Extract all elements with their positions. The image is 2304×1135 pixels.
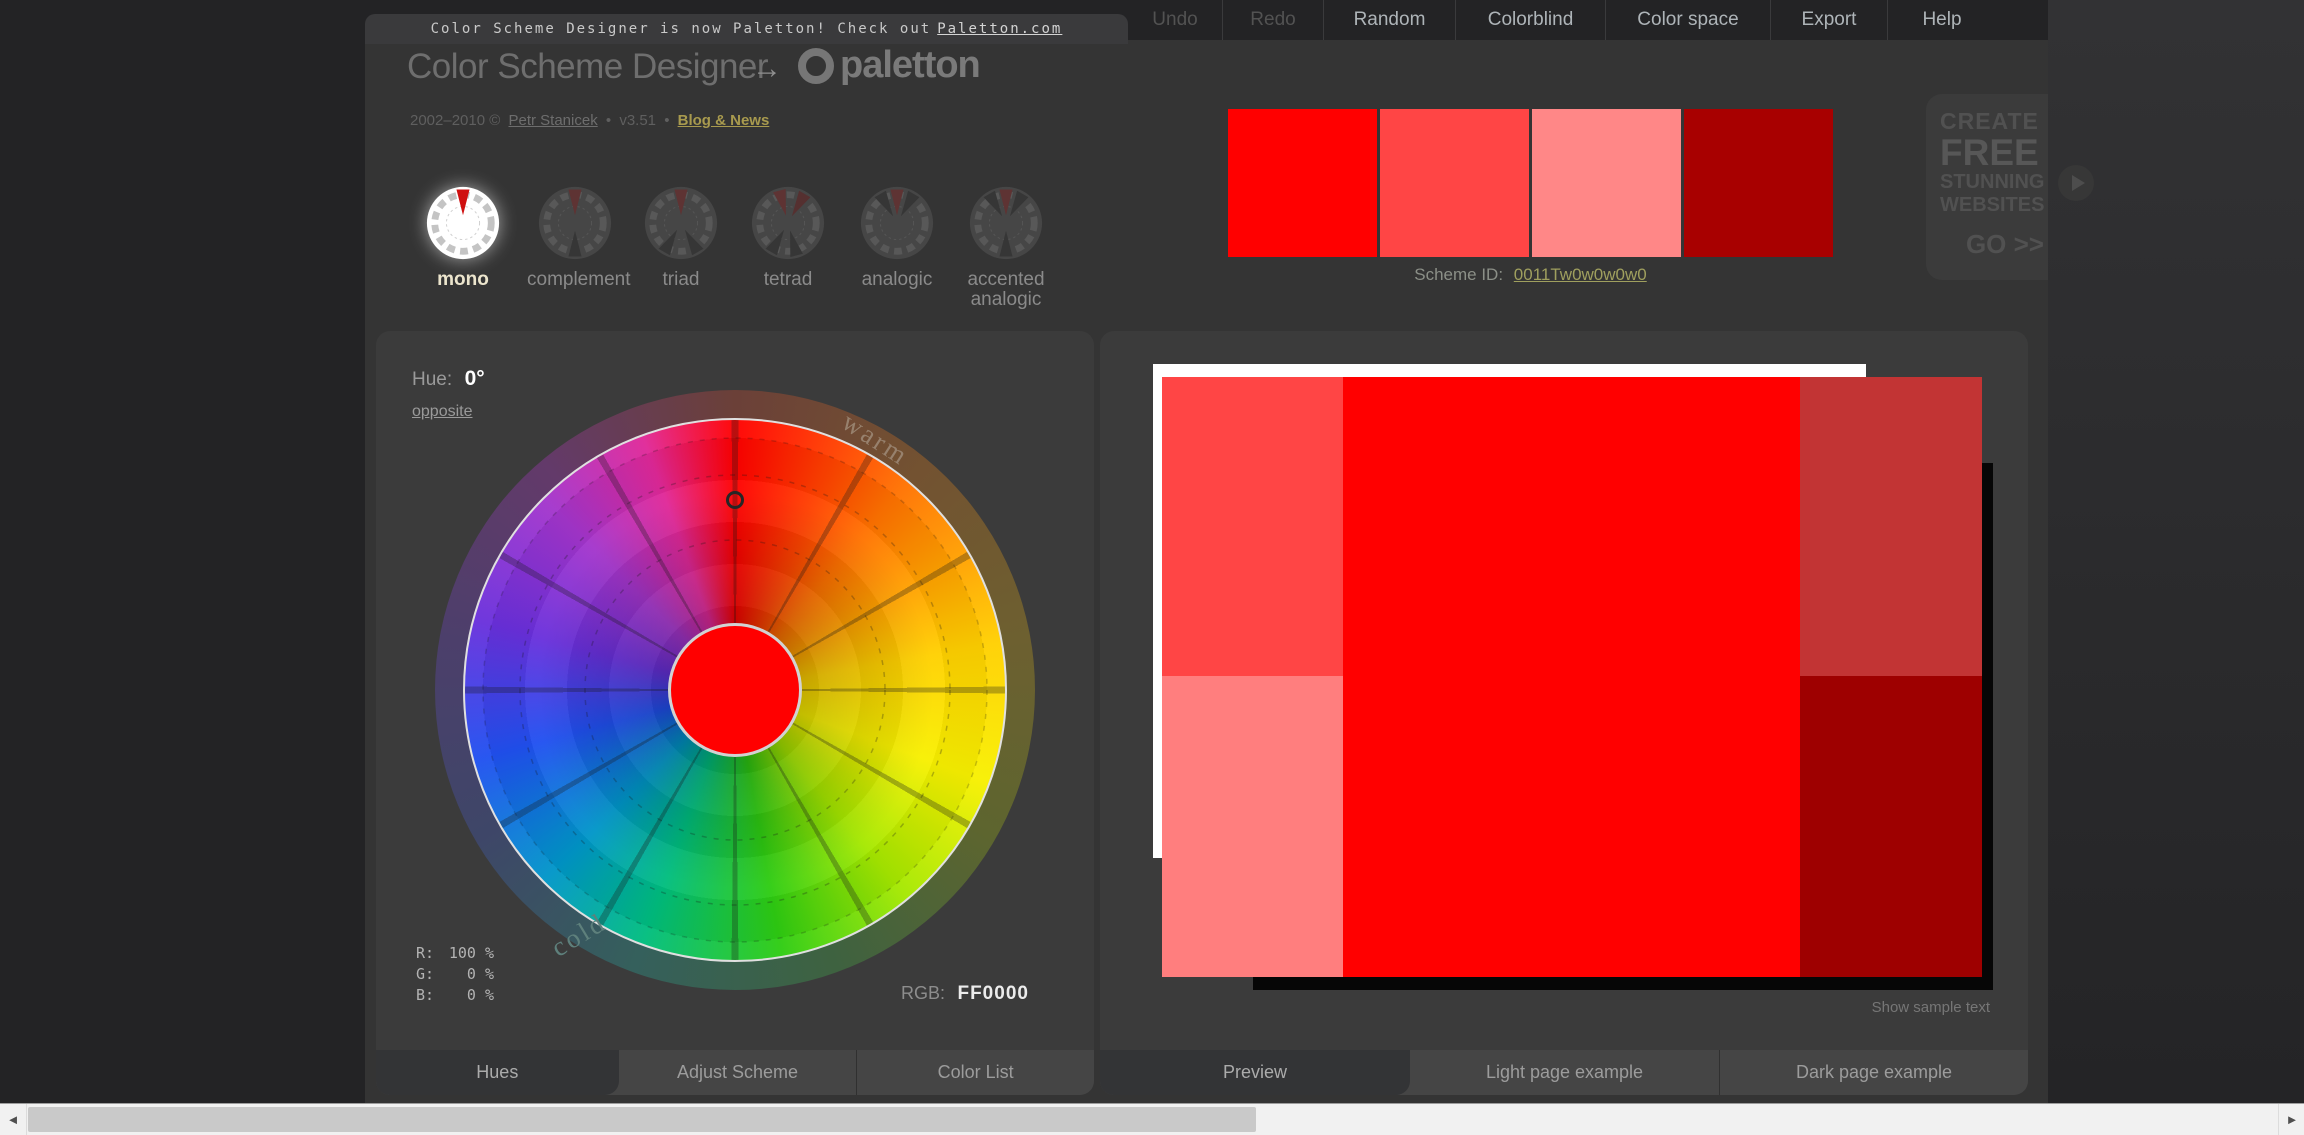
hue-value: 0°: [465, 367, 485, 390]
hue-marker-handle[interactable]: [726, 491, 744, 509]
selected-color-disc: [668, 623, 802, 757]
bullet-separator: •: [664, 112, 669, 129]
ad-expand-button[interactable]: [2058, 165, 2094, 201]
paletton-brand-name: paletton: [840, 44, 980, 87]
author-link[interactable]: Petr Stanicek: [508, 112, 597, 129]
menu-item-color-space[interactable]: Color space: [1605, 0, 1770, 40]
blue-percent-row: B:0 %: [416, 985, 494, 1006]
rgb-hex-value: FF0000: [957, 983, 1028, 1004]
preview-block-primary: [1343, 377, 1800, 977]
play-arrow-icon: [2072, 175, 2085, 191]
scheme-label: complement: [527, 270, 623, 290]
banner-text: Color Scheme Designer is now Paletton! C…: [431, 21, 932, 37]
scheme-id-row: Scheme ID: 0011Tw0w0w0w0: [1228, 265, 1833, 285]
scheme-label: tetrad: [740, 270, 836, 290]
color-wheel-panel: Hue: 0° opposite warm cold R:100 % G:0 %…: [376, 331, 1094, 1095]
right-background-zone: [2048, 0, 2304, 1103]
tab-hues[interactable]: Hues: [376, 1050, 619, 1095]
rgb-label: RGB:: [901, 983, 945, 1003]
scheme-type-triad[interactable]: triad: [623, 184, 739, 290]
rgb-hex-readout: RGB: FF0000: [901, 983, 1029, 1005]
scheme-id-link[interactable]: 0011Tw0w0w0w0: [1514, 265, 1647, 284]
menu-item-colorblind[interactable]: Colorblind: [1455, 0, 1605, 40]
ad-line: CREATE: [1940, 108, 2046, 135]
accented-analogic-wheel-icon: [967, 184, 1045, 262]
palette-swatch-dark[interactable]: [1684, 109, 1833, 257]
color-wheel[interactable]: warm cold: [435, 390, 1035, 990]
scheme-label: triad: [633, 270, 729, 290]
menu-item-help[interactable]: Help: [1887, 0, 1996, 40]
triad-wheel-icon: [642, 184, 720, 262]
top-menu: Undo Redo Random Colorblind Color space …: [1128, 0, 1996, 40]
arrow-right-icon: →: [752, 52, 782, 86]
complement-wheel-icon: [536, 184, 614, 262]
paletton-announcement-banner: Color Scheme Designer is now Paletton! C…: [365, 14, 1128, 44]
mono-wheel-icon: [424, 184, 502, 262]
paletton-logo-icon: [798, 48, 834, 84]
scheme-type-accented-analogic[interactable]: accented analogic: [948, 184, 1064, 310]
scroll-right-arrow[interactable]: ►: [2278, 1104, 2304, 1135]
app-title: Color Scheme Designer: [407, 47, 768, 87]
copyright-text: 2002–2010 ©: [410, 112, 500, 129]
bullet-separator: •: [606, 112, 611, 129]
menu-item-export[interactable]: Export: [1770, 0, 1887, 40]
rgb-percent-readout: R:100 % G:0 % B:0 %: [416, 943, 494, 1006]
preview-block-dark: [1800, 676, 1982, 977]
scheme-label: analogic: [849, 270, 945, 290]
blog-news-link[interactable]: Blog & News: [678, 112, 770, 129]
ad-line: WEBSITES: [1940, 194, 2046, 217]
analogic-wheel-icon: [858, 184, 936, 262]
scheme-type-analogic[interactable]: analogic: [839, 184, 955, 290]
tab-adjust-scheme[interactable]: Adjust Scheme: [619, 1050, 857, 1095]
scheme-id-label: Scheme ID:: [1414, 265, 1503, 284]
hue-label: Hue:: [412, 369, 452, 390]
paletton-brand-link[interactable]: paletton: [798, 44, 980, 87]
horizontal-scrollbar[interactable]: ◄ ►: [0, 1103, 2304, 1135]
scheme-label: accented analogic: [958, 270, 1054, 310]
ad-line: FREE: [1940, 135, 2046, 171]
scroll-left-arrow[interactable]: ◄: [0, 1104, 27, 1135]
wix-ad-banner[interactable]: CREATE FREE STUNNING WEBSITES GO >>: [1926, 94, 2048, 280]
palette-swatch-primary[interactable]: [1228, 109, 1377, 257]
preview-panel-tabs: Preview Light page example Dark page exa…: [1100, 1050, 2028, 1095]
tab-light-page-example[interactable]: Light page example: [1410, 1050, 1719, 1095]
hue-readout: Hue: 0°: [412, 367, 485, 391]
color-scheme-designer-app: Color Scheme Designer is now Paletton! C…: [0, 0, 2304, 1135]
menu-item-redo[interactable]: Redo: [1222, 0, 1323, 40]
scheme-type-complement[interactable]: complement: [517, 184, 633, 290]
preview-color-composition: [1162, 377, 1982, 977]
ad-go-link[interactable]: GO >>: [1940, 229, 2046, 260]
scheme-type-mono[interactable]: mono: [405, 184, 521, 290]
menu-item-random[interactable]: Random: [1323, 0, 1455, 40]
menu-item-undo[interactable]: Undo: [1128, 0, 1222, 40]
red-percent-row: R:100 %: [416, 943, 494, 964]
palette-swatch-light[interactable]: [1380, 109, 1529, 257]
preview-panel: Show sample text Preview Light page exam…: [1100, 331, 2028, 1095]
scheme-palette: [1228, 109, 1833, 257]
tab-color-list[interactable]: Color List: [856, 1050, 1094, 1095]
green-percent-row: G:0 %: [416, 964, 494, 985]
scheme-label: mono: [415, 270, 511, 290]
copyright-line: 2002–2010 © Petr Stanicek • v3.51 • Blog…: [410, 112, 773, 129]
ad-line: STUNNING: [1940, 171, 2046, 194]
tetrad-wheel-icon: [749, 184, 827, 262]
tab-preview[interactable]: Preview: [1100, 1050, 1410, 1095]
scrollbar-thumb[interactable]: [28, 1107, 1256, 1132]
palette-swatch-lighter[interactable]: [1532, 109, 1681, 257]
preview-block-muted: [1800, 377, 1982, 676]
preview-block-lighter: [1162, 676, 1343, 977]
tab-dark-page-example[interactable]: Dark page example: [1719, 1050, 2028, 1095]
scheme-type-tetrad[interactable]: tetrad: [730, 184, 846, 290]
show-sample-text-link[interactable]: Show sample text: [1872, 999, 1990, 1016]
preview-block-light: [1162, 377, 1343, 676]
version-text: v3.51: [619, 112, 656, 129]
wheel-panel-tabs: Hues Adjust Scheme Color List: [376, 1050, 1094, 1095]
paletton-com-link[interactable]: Paletton.com: [937, 21, 1062, 37]
